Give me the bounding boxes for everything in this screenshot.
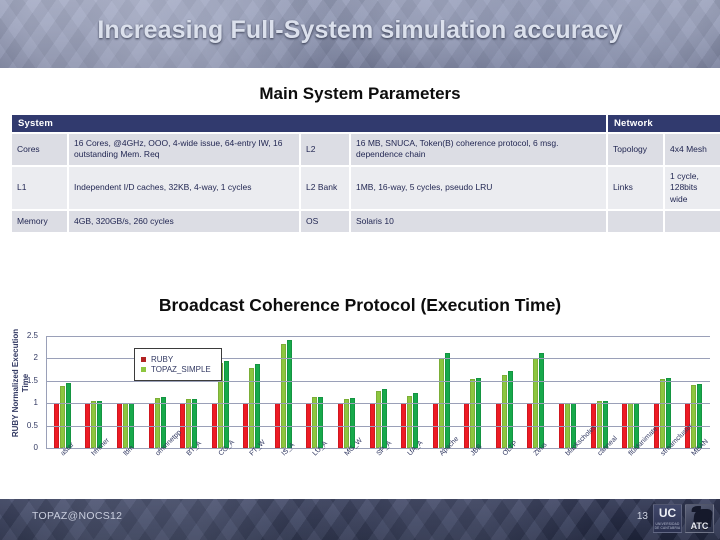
cell-network-value [665,211,720,233]
bar-group [369,336,388,448]
bar-group [274,336,293,448]
bar-group [243,336,261,448]
bar-topaz-detailed [476,377,482,448]
gridline [47,403,710,405]
bar-topaz-simple [375,391,381,448]
slide-title: Increasing Full-System simulation accura… [97,16,623,44]
bar-group [337,336,356,448]
slide-footer: TOPAZ@NOCS12 13 UC UNIVERSIDAD DE CANTAB… [0,499,720,540]
bar-group [306,336,324,448]
cell-mid-value: 1MB, 16-way, 5 cycles, pseudo LRU [351,166,606,210]
bar-topaz-simple [280,344,286,448]
table-header-row: System Network [12,115,720,132]
bar-topaz-simple [91,400,97,448]
table-row: L1 Independent I/D caches, 32KB, 4-way, … [12,166,720,210]
cell-network-value: 1 cycle, 128bits wide [665,166,720,210]
logo-atc-text: ATC [690,521,709,531]
bar-group [495,336,514,448]
bar-group [558,336,577,448]
parameters-heading: Main System Parameters [259,84,461,103]
bar-topaz-simple [691,385,697,448]
bar-group [53,336,72,448]
logo-uc-subtext: UNIVERSIDAD DE CANTABRIA [654,522,681,530]
header-system: System [12,115,606,132]
bar-topaz-detailed [507,370,513,448]
bar-topaz-detailed [381,388,387,448]
bar-topaz-simple [470,379,476,448]
bar-topaz-simple [312,397,318,448]
cell-network-value: 4x4 Mesh [665,134,720,165]
bar-topaz-simple [343,398,349,448]
bar-group [527,336,545,448]
slide-number: 13 [636,511,648,522]
bar-group [432,336,451,448]
title-banner: Increasing Full-System simulation accura… [0,0,720,68]
bar-topaz-detailed [539,353,545,448]
legend-swatch-ruby [141,356,146,362]
system-parameters-table: System Network Cores 16 Cores, @4GHz, OO… [10,113,720,234]
plot-area: RUBY TOPAZ_SIMPLE [46,336,710,451]
table-row: Cores 16 Cores, @4GHz, OOO, 4-wide issue… [12,134,720,165]
bar-group [464,336,482,448]
cell-mid-key: OS [301,211,349,233]
cell-system-key: Memory [12,211,67,233]
cell-mid-value: 16 MB, SNUCA, Token(B) coherence protoco… [351,134,606,165]
legend-swatch-topaz-simple [141,367,146,372]
header-network: Network [608,115,720,132]
bar-topaz-detailed [223,360,229,448]
gridline [47,336,710,337]
cell-network-key [608,211,663,233]
y-tick-label: 0 [33,443,38,452]
y-tick-label: 1.5 [26,375,38,385]
table-row: Memory 4GB, 320GB/s, 260 cycles OS Solar… [12,211,720,233]
x-axis-tick-labels: astar hmmer lbm ommnetpp BT_A CG_A FT_W IS_A LU_… [46,423,710,501]
bar-topaz-detailed [65,382,71,448]
chart-legend: RUBY TOPAZ_SIMPLE [134,348,222,381]
bar-topaz-detailed [286,340,292,448]
cell-mid-key: L2 [301,134,349,165]
gridline [47,425,710,427]
bar-topaz-simple [186,398,192,448]
university-logo-icon: UC UNIVERSIDAD DE CANTABRIA [653,504,682,533]
legend-label-topaz-simple: TOPAZ_SIMPLE [151,365,211,374]
bar-topaz-detailed [697,383,703,448]
bar-topaz-detailed [255,363,261,448]
bar-topaz-detailed [444,353,450,448]
cell-mid-key: L2 Bank [301,166,349,210]
cell-system-key: Cores [12,134,67,165]
logo-uc-text: UC [658,506,677,520]
cell-system-value: Independent I/D caches, 32KB, 4-way, 1 c… [69,166,299,210]
cell-network-key: Topology [608,134,663,165]
cell-system-key: L1 [12,166,67,210]
legend-item-topaz-simple: TOPAZ_SIMPLE [141,365,211,374]
cell-system-value: 4GB, 320GB/s, 260 cycles [69,211,299,233]
cell-network-key: Links [608,166,663,210]
y-tick-label: 1 [33,398,38,408]
bar-topaz-simple [501,374,507,448]
y-tick-label: 0.5 [26,420,38,430]
bar-topaz-simple [659,379,665,448]
cell-mid-value: Solaris 10 [351,211,606,233]
gridline [47,380,710,382]
logo-group: UC UNIVERSIDAD DE CANTABRIA ATC [653,504,714,533]
chart-title: Broadcast Coherence Protocol (Execution … [158,295,562,315]
bar-topaz-simple [154,397,160,448]
bar-topaz-detailed [665,377,671,448]
y-tick-label: 2.5 [26,331,38,340]
bar-topaz-simple [59,385,65,448]
footer-conference-label: TOPAZ@NOCS12 [32,510,123,522]
bar-group [401,336,419,448]
cell-system-value: 16 Cores, @4GHz, OOO, 4-wide issue, 64-e… [69,134,299,165]
bar-group [622,336,640,448]
execution-time-bar-chart: RUBY Normalized Execution Time 0 0.5 1 1.5 2… [0,325,720,505]
atc-logo-icon: ATC [685,504,714,533]
bar-group [116,336,135,448]
legend-item-ruby: RUBY [141,355,211,364]
y-axis-tick-labels: 0 0.5 1 1.5 2 2.5 [0,331,42,452]
legend-label-ruby: RUBY [151,354,174,364]
y-tick-label: 2 [33,353,38,363]
bar-group [85,336,103,448]
